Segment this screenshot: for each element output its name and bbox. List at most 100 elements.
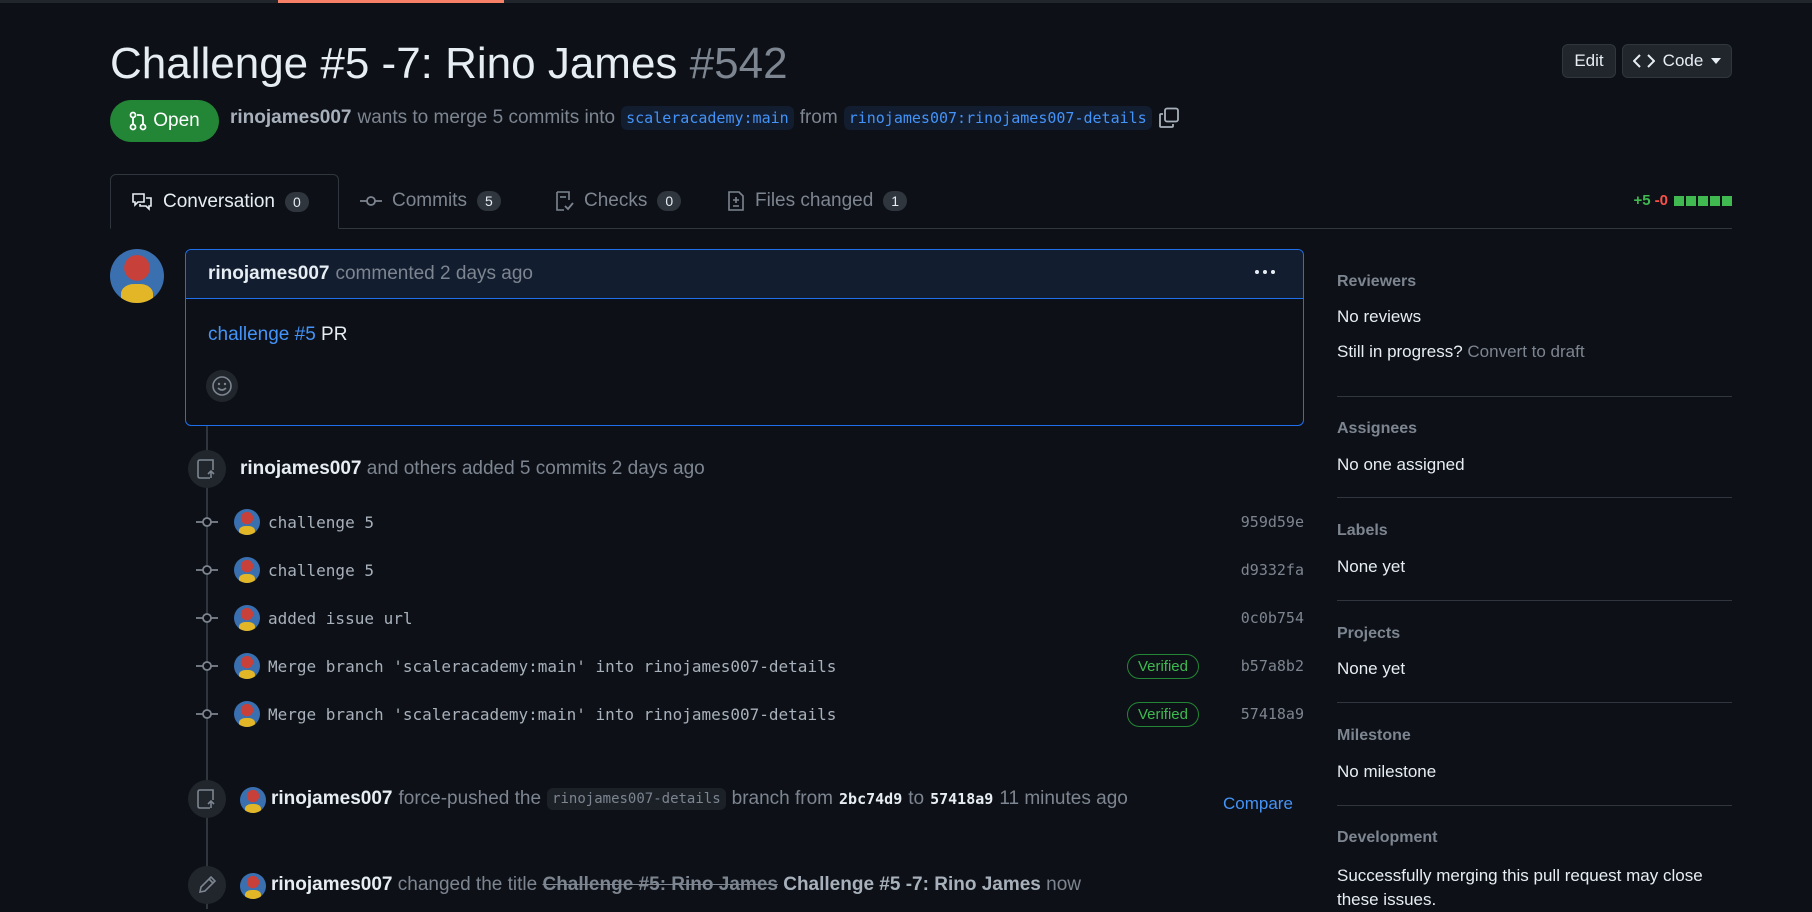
- verified-badge[interactable]: Verified: [1126, 653, 1199, 679]
- pr-title: Challenge #5 -7: Rino James #542: [110, 36, 788, 92]
- labels-value: None yet: [1337, 557, 1406, 576]
- commit-author-avatar[interactable]: [234, 605, 260, 631]
- sidebar-divider: [1337, 600, 1732, 601]
- comment-issue-link[interactable]: challenge #5: [208, 324, 316, 345]
- tab-files-changed-count: 1: [883, 191, 908, 211]
- commits-event: rinojames007 and others added 5 commits …: [240, 458, 705, 480]
- commit-sha[interactable]: 57418a9: [1241, 705, 1304, 723]
- active-nav-indicator: [278, 0, 504, 3]
- commit-icon: [194, 707, 220, 721]
- deletions-count: -0: [1654, 192, 1668, 209]
- force-push-text1: force-pushed the: [398, 788, 542, 809]
- commit-row: Merge branch 'scaleracademy:main' into r…: [194, 699, 1304, 729]
- comment-options-button[interactable]: [1253, 260, 1277, 290]
- commit-icon: [194, 611, 220, 625]
- rename-time[interactable]: now: [1046, 874, 1081, 895]
- force-push-text2: branch from: [731, 788, 834, 809]
- projects-heading[interactable]: Projects: [1337, 625, 1400, 643]
- force-push-author[interactable]: rinojames007: [271, 788, 392, 810]
- commit-row: added issue url 0c0b754: [194, 603, 1304, 633]
- rename-author-avatar[interactable]: [240, 873, 266, 899]
- compare-button[interactable]: Compare: [1223, 794, 1293, 814]
- conversation-icon: [132, 192, 152, 211]
- comment-time[interactable]: 2 days ago: [440, 263, 533, 285]
- pull-request-icon: [129, 111, 147, 131]
- add-reaction-button[interactable]: [206, 370, 238, 402]
- commit-message[interactable]: challenge 5: [268, 513, 374, 532]
- assignees-heading[interactable]: Assignees: [1337, 420, 1417, 438]
- commit-author-avatar[interactable]: [234, 653, 260, 679]
- comment-author[interactable]: rinojames007: [208, 263, 329, 285]
- diffstat-bar: [1674, 195, 1732, 206]
- force-push-author-avatar[interactable]: [240, 787, 266, 813]
- pr-author-link[interactable]: rinojames007: [230, 107, 351, 129]
- draft-prompt: Still in progress? Convert to draft: [1337, 342, 1585, 362]
- commit-author-avatar[interactable]: [234, 557, 260, 583]
- push-event-icon: [188, 450, 226, 488]
- force-push-branch[interactable]: rinojames007-details: [547, 788, 726, 810]
- force-push-to-sha[interactable]: 57418a9: [930, 790, 993, 808]
- comment-header: rinojames007 commented 2 days ago: [186, 250, 1303, 299]
- from-text: from: [799, 107, 838, 128]
- code-button[interactable]: Code: [1622, 44, 1732, 78]
- force-push-event-icon: [188, 780, 226, 818]
- commits-event-author[interactable]: rinojames007: [240, 458, 361, 479]
- tab-commits[interactable]: Commits 5: [340, 174, 521, 228]
- milestone-value: No milestone: [1337, 762, 1437, 781]
- commit-icon: [360, 196, 382, 206]
- chevron-down-icon: [1711, 58, 1722, 64]
- base-branch[interactable]: scaleracademy:main: [621, 106, 794, 130]
- commit-sha[interactable]: 0c0b754: [1241, 609, 1304, 627]
- development-heading[interactable]: Development: [1337, 829, 1437, 847]
- comment-body: challenge #5 PR: [208, 324, 347, 346]
- comment-author-avatar[interactable]: [110, 249, 164, 303]
- commit-author-avatar[interactable]: [234, 701, 260, 727]
- draft-question: Still in progress?: [1337, 342, 1463, 361]
- rename-author[interactable]: rinojames007: [271, 874, 392, 895]
- commit-message[interactable]: Merge branch 'scaleracademy:main' into r…: [268, 657, 836, 676]
- commit-sha[interactable]: b57a8b2: [1241, 657, 1304, 675]
- tab-checks-count: 0: [657, 191, 682, 211]
- code-icon: [1632, 54, 1655, 68]
- force-push-time[interactable]: 11 minutes ago: [999, 788, 1128, 810]
- kebab-horizontal-icon: [1255, 270, 1275, 274]
- edit-button[interactable]: Edit: [1562, 44, 1616, 78]
- milestone-heading[interactable]: Milestone: [1337, 727, 1411, 745]
- commit-message[interactable]: Merge branch 'scaleracademy:main' into r…: [268, 705, 836, 724]
- tab-conversation[interactable]: Conversation 0: [110, 174, 339, 229]
- head-branch[interactable]: rinojames007:rinojames007-details: [843, 106, 1152, 130]
- rename-event-icon: [188, 866, 226, 904]
- sidebar-divider: [1337, 497, 1732, 498]
- merge-text: wants to merge 5 commits into: [357, 107, 616, 128]
- tab-files-changed-label: Files changed: [755, 190, 874, 211]
- verified-badge[interactable]: Verified: [1126, 701, 1199, 727]
- status-label: Open: [153, 110, 200, 131]
- tab-files-changed[interactable]: Files changed 1: [707, 174, 927, 228]
- commit-sha[interactable]: d9332fa: [1241, 561, 1304, 579]
- sidebar-divider: [1337, 805, 1732, 806]
- commit-message[interactable]: added issue url: [268, 609, 413, 628]
- tab-conversation-label: Conversation: [163, 190, 275, 212]
- convert-to-draft-link[interactable]: Convert to draft: [1467, 342, 1584, 361]
- tab-commits-label: Commits: [392, 190, 467, 211]
- commit-author-avatar[interactable]: [234, 509, 260, 535]
- edit-label: Edit: [1574, 51, 1604, 70]
- comment-action: commented: [335, 263, 435, 284]
- development-value: Successfully merging this pull request m…: [1337, 866, 1703, 909]
- commit-row: challenge 5 d9332fa: [194, 555, 1304, 585]
- labels-heading[interactable]: Labels: [1337, 522, 1388, 540]
- repo-push-icon: [197, 789, 215, 809]
- tab-checks[interactable]: Checks 0: [534, 174, 701, 228]
- copy-icon[interactable]: [1158, 107, 1180, 129]
- commit-row: challenge 5 959d59e: [194, 507, 1304, 537]
- commits-event-time[interactable]: 2 days ago: [612, 458, 705, 479]
- commit-message[interactable]: challenge 5: [268, 561, 374, 580]
- rename-old-title: Challenge #5: Rino James: [542, 874, 778, 895]
- additions-count: +5: [1633, 192, 1651, 209]
- pr-meta: rinojames007 wants to merge 5 commits in…: [230, 106, 1180, 130]
- force-push-from-sha[interactable]: 2bc74d9: [839, 790, 902, 808]
- commit-row: Merge branch 'scaleracademy:main' into r…: [194, 651, 1304, 681]
- reviewers-heading[interactable]: Reviewers: [1337, 273, 1416, 291]
- projects-value: None yet: [1337, 659, 1406, 678]
- commit-sha[interactable]: 959d59e: [1241, 513, 1304, 531]
